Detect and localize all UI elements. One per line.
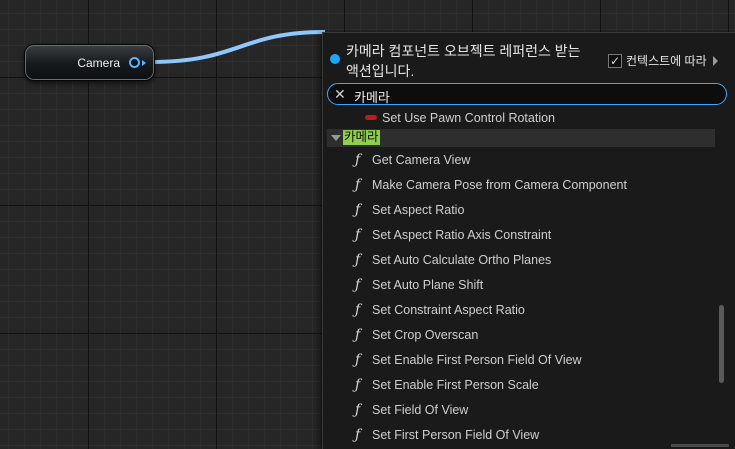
function-item-label: Set Aspect Ratio [372, 203, 465, 217]
function-item-label: Set Enable First Person Scale [372, 378, 539, 392]
context-sensitive-toggle[interactable]: ✓ 컨텍스트에 따라 [608, 52, 718, 69]
function-item-label: Set Auto Plane Shift [372, 278, 484, 292]
function-item-label: Set Aspect Ratio Axis Constraint [372, 228, 552, 242]
action-menu-title: 카메라 컴포넌트 오브젝트 레퍼런스 받는 액션입니다. [346, 43, 581, 79]
function-item[interactable]: ƒ Set First Person Field Of View [327, 424, 717, 446]
function-item-label: Set Enable First Person Field Of View [372, 353, 582, 367]
function-item-label: Set Crop Overscan [372, 328, 479, 342]
horizontal-scrollbar[interactable] [671, 444, 729, 447]
function-icon: ƒ [355, 177, 361, 193]
function-icon: ƒ [355, 252, 361, 268]
object-reference-dot-icon [330, 54, 340, 64]
function-item[interactable]: ƒ Set Aspect Ratio Axis Constraint [327, 224, 717, 246]
collapse-triangle-icon[interactable] [331, 135, 341, 141]
category-label: 카메라 [343, 130, 380, 145]
function-icon: ƒ [355, 277, 361, 293]
function-item[interactable]: ƒ Set Field Of View [327, 399, 717, 421]
function-item[interactable]: ƒ Set Auto Calculate Ortho Planes [327, 249, 717, 271]
function-item[interactable]: ƒ Set Aspect Ratio [327, 199, 717, 221]
function-item-label: Get Camera View [372, 153, 471, 167]
function-item-label: Set First Person Field Of View [372, 428, 540, 442]
function-item[interactable]: ƒ Set Auto Plane Shift [327, 274, 717, 296]
expand-arrow-icon[interactable] [712, 55, 718, 66]
search-box[interactable]: ✕ 카메라 [327, 83, 727, 105]
output-pin-arrow-icon [142, 60, 146, 66]
category-header-camera[interactable]: 카메라 [327, 129, 715, 147]
context-checkbox-label: 컨텍스트에 따라 [626, 54, 707, 68]
function-item-label: Set Field Of View [372, 403, 469, 417]
function-item-label: Set Constraint Aspect Ratio [372, 303, 525, 317]
camera-node-label: Camera [77, 56, 120, 70]
context-checkbox[interactable]: ✓ [608, 53, 622, 68]
vertical-scrollbar[interactable] [719, 305, 724, 383]
camera-node[interactable]: Camera [24, 44, 155, 81]
function-item[interactable]: ƒ Make Camera Pose from Camera Component [327, 174, 717, 196]
list-item-label: Set Use Pawn Control Rotation [382, 111, 556, 125]
function-item[interactable]: ƒ Set Enable First Person Scale [327, 374, 717, 396]
function-item[interactable]: ƒ Set Enable First Person Field Of View [327, 349, 717, 371]
function-icon: ƒ [355, 327, 361, 343]
function-item[interactable]: ƒ Set Crop Overscan [327, 324, 717, 346]
list-item[interactable]: Set Use Pawn Control Rotation [327, 107, 717, 129]
function-icon: ƒ [355, 227, 361, 243]
action-list[interactable]: Set Use Pawn Control Rotation 카메라 ƒ Get … [327, 107, 717, 449]
function-icon: ƒ [355, 377, 361, 393]
function-icon: ƒ [355, 152, 361, 168]
function-icon: ƒ [355, 352, 361, 368]
function-icon: ƒ [355, 302, 361, 318]
clear-search-icon[interactable]: ✕ [334, 87, 348, 101]
search-input[interactable]: 카메라 [354, 87, 390, 106]
output-pin-icon[interactable] [129, 57, 140, 68]
action-menu-panel: 카메라 컴포넌트 오브젝트 레퍼런스 받는 액션입니다. ✓ 컨텍스트에 따라 … [322, 32, 735, 449]
function-icon: ƒ [355, 202, 361, 218]
function-item[interactable]: ƒ Get Camera View [327, 149, 717, 171]
function-item[interactable]: ƒ Set Constraint Aspect Ratio [327, 299, 717, 321]
function-item-label: Make Camera Pose from Camera Component [372, 178, 627, 192]
function-item-label: Set Auto Calculate Ortho Planes [372, 253, 552, 267]
function-icon: ƒ [355, 402, 361, 418]
red-pin-icon [365, 115, 377, 120]
function-icon: ƒ [355, 427, 361, 443]
